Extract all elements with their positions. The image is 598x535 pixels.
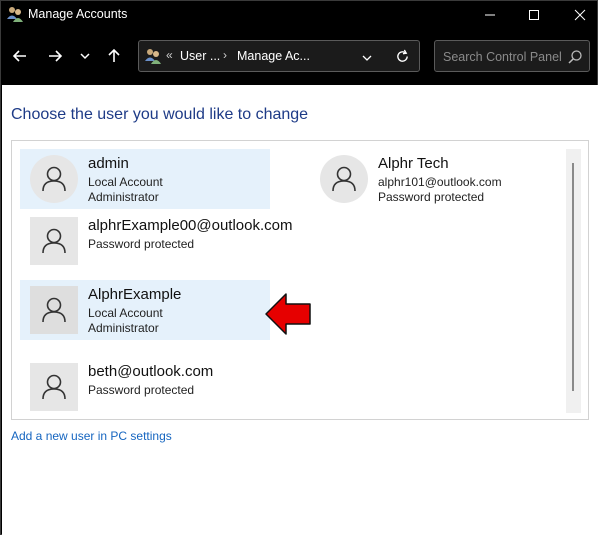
search-icon[interactable]	[567, 49, 583, 65]
forward-button[interactable]	[44, 45, 66, 67]
navigation-bar: « User ... › Manage Ac...	[1, 29, 598, 85]
manage-accounts-window: Manage Accounts « User ... › Manage Ac..…	[0, 0, 598, 535]
chevron-down-icon	[362, 55, 372, 61]
red-arrow-icon	[265, 293, 311, 335]
address-dropdown-button[interactable]	[361, 51, 373, 69]
account-tile-alphrexample[interactable]: AlphrExample Local Account Administrator	[20, 280, 270, 340]
account-status: Password protected	[88, 383, 195, 397]
account-role: Administrator	[88, 190, 159, 204]
users-icon	[144, 47, 162, 65]
account-tile-alphr-tech[interactable]: Alphr Tech alphr101@outlook.com Password…	[310, 149, 560, 209]
title-bar: Manage Accounts	[1, 1, 598, 29]
user-avatar-icon	[320, 155, 368, 203]
account-type: Local Account	[88, 306, 163, 320]
address-bar[interactable]: « User ... › Manage Ac...	[138, 40, 420, 72]
accounts-panel: admin Local Account Administrator Alphr …	[11, 140, 589, 420]
chevron-down-icon	[80, 53, 90, 60]
account-status: Password protected	[378, 190, 485, 204]
search-box[interactable]	[434, 40, 590, 72]
account-tile-beth[interactable]: beth@outlook.com Password protected	[20, 357, 270, 417]
breadcrumb-user[interactable]: User ...	[180, 49, 220, 63]
up-button[interactable]	[103, 45, 125, 67]
vertical-scrollbar[interactable]	[566, 149, 581, 413]
search-input[interactable]	[443, 48, 563, 66]
account-name: beth@outlook.com	[88, 363, 214, 380]
account-tile-alphrexample00[interactable]: alphrExample00@outlook.com Password prot…	[20, 211, 310, 271]
account-email: alphr101@outlook.com	[378, 175, 502, 189]
page-title: Choose the user you would like to change	[11, 106, 309, 123]
back-arrow-icon	[12, 50, 26, 62]
user-avatar-icon	[30, 217, 78, 265]
overflow-chevron[interactable]: «	[166, 48, 173, 62]
window-title: Manage Accounts	[28, 7, 128, 21]
account-role: Administrator	[88, 321, 159, 335]
account-name: AlphrExample	[88, 286, 182, 303]
scrollbar-thumb[interactable]	[572, 163, 574, 391]
breadcrumb-separator: ›	[223, 48, 227, 62]
refresh-button[interactable]	[395, 49, 410, 69]
add-user-link[interactable]: Add a new user in PC settings	[11, 429, 172, 443]
recent-locations-button[interactable]	[74, 45, 96, 67]
forward-arrow-icon	[49, 50, 63, 62]
account-name: Alphr Tech	[378, 155, 449, 172]
content-area: Choose the user you would like to change…	[2, 85, 598, 535]
account-type: Local Account	[88, 175, 163, 189]
user-avatar-icon	[30, 155, 78, 203]
account-name: alphrExample00@outlook.com	[88, 217, 293, 234]
back-button[interactable]	[9, 45, 31, 67]
maximize-button[interactable]	[511, 1, 557, 29]
account-name: admin	[88, 155, 129, 172]
up-arrow-icon	[108, 48, 120, 62]
users-icon	[6, 5, 24, 23]
refresh-icon	[397, 49, 408, 62]
close-button[interactable]	[557, 1, 598, 29]
minimize-button[interactable]	[467, 1, 513, 29]
breadcrumb-manage-accounts[interactable]: Manage Ac...	[237, 49, 310, 63]
account-tile-admin[interactable]: admin Local Account Administrator	[20, 149, 270, 209]
user-avatar-icon	[30, 286, 78, 334]
user-avatar-icon	[30, 363, 78, 411]
account-status: Password protected	[88, 237, 195, 251]
